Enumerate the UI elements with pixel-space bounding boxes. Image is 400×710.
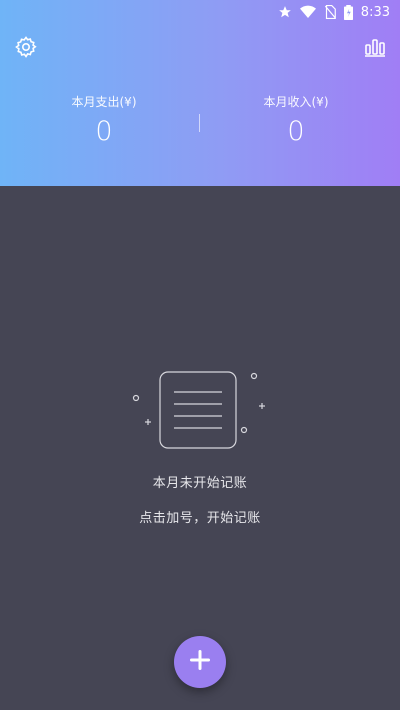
status-time: 8:33 [360,4,390,20]
monthly-summary: 本月支出(¥) 0 本月收入(¥) 0 [0,92,400,162]
wifi-icon [299,5,316,19]
empty-state: 本月未开始记账 点击加号，开始记账 [0,370,400,526]
income-label: 本月收入(¥) [263,95,329,109]
status-bar: 8:33 [0,0,400,24]
statistics-button[interactable] [362,36,388,62]
no-sim-icon [324,5,336,19]
notebook-icon [0,370,400,450]
add-record-button[interactable] [174,636,226,688]
expense-label: 本月支出(¥) [71,95,137,109]
star-icon [278,5,292,19]
expense-value: 0 [95,116,113,147]
bar-chart-icon [363,35,387,63]
empty-state-hint: 点击加号，开始记账 [139,511,261,526]
empty-state-title: 本月未开始记账 [152,476,248,491]
income-summary: 本月收入(¥) 0 [196,92,396,147]
gear-icon [14,35,38,63]
battery-icon [343,4,353,20]
header-banner: 8:33 本月支出(¥) 0 本月收入(¥) 0 [0,0,400,186]
expense-summary: 本月支出(¥) 0 [4,92,204,147]
settings-button[interactable] [13,36,39,62]
income-value: 0 [287,116,305,147]
plus-icon [189,649,211,675]
